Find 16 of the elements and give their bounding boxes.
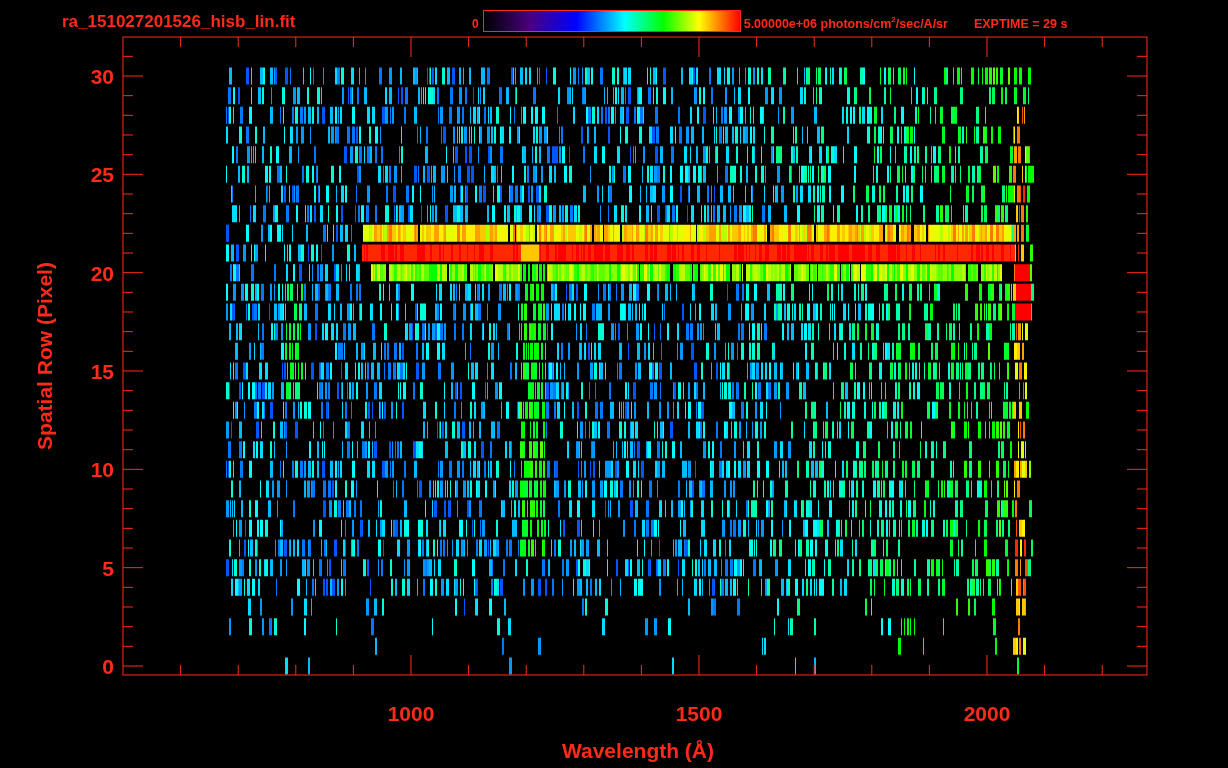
y-axis-label: Spatial Row (Pixel) xyxy=(33,262,56,450)
y-tick-label: 5 xyxy=(102,556,114,580)
colorbar-max-label: 5.00000e+06 photons/cm$^{2}$/sec/A/sr xyxy=(743,16,948,32)
file-name-title: ra_151027201526_hisb_lin.fit xyxy=(62,12,297,32)
y-tick-label: 25 xyxy=(90,163,114,187)
exposure-time-label: EXPTIME = 29 s xyxy=(973,16,1068,32)
y-tick-label: 30 xyxy=(90,65,114,88)
x-axis-label: Wavelength (Å) xyxy=(561,739,715,762)
y-tick-label: 0 xyxy=(102,655,114,678)
colorbar-min-label: 0 xyxy=(472,16,479,32)
y-tick-label: 10 xyxy=(90,458,114,482)
x-tick-label: 1000 xyxy=(387,702,435,725)
x-tick-label: 2000 xyxy=(963,702,1011,725)
y-tick-label: 20 xyxy=(90,261,114,285)
y-tick-label: 15 xyxy=(90,360,114,383)
x-tick-label: 1500 xyxy=(675,702,723,725)
